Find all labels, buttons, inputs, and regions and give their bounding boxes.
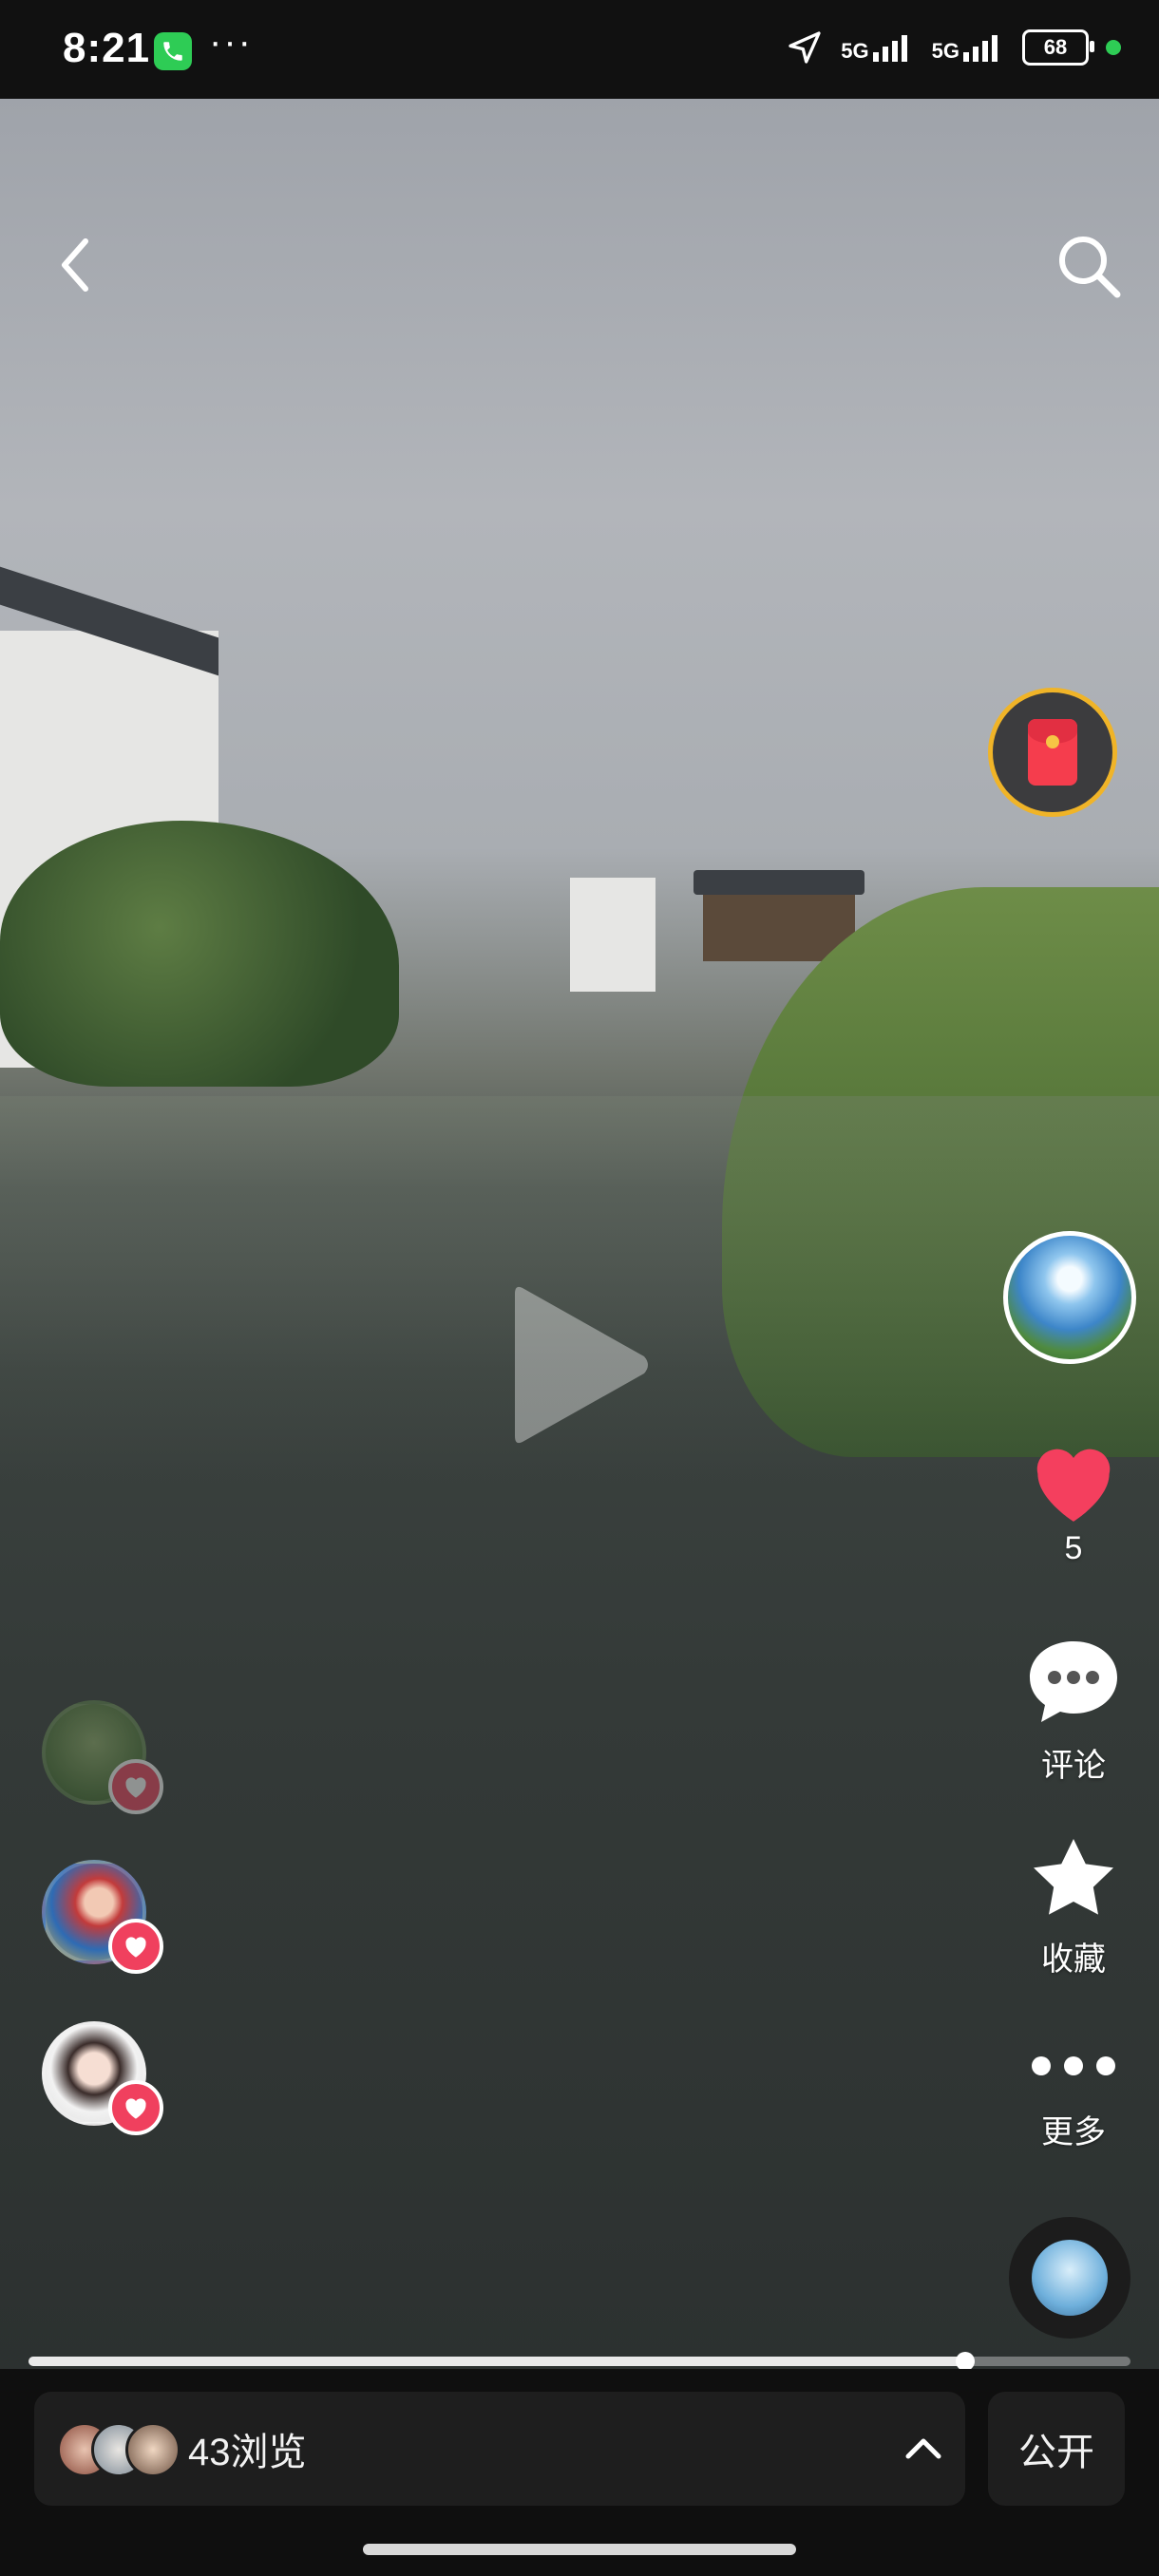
liker-avatar-item[interactable] [38,2017,163,2135]
search-button[interactable] [1054,232,1123,300]
battery-indicator: 68 [1022,29,1094,66]
pavilion-roof [694,870,864,895]
liker-avatar-item[interactable] [38,1856,163,1974]
liker-heart-badge [108,1759,163,1814]
signal-group-2: 5G [932,33,1005,62]
more-button[interactable]: 更多 [1003,2052,1144,2152]
comment-label: 评论 [1041,1748,1106,1784]
trees-left [0,821,399,1087]
video-player[interactable] [0,99,1159,2369]
more-label: 更多 [1041,2114,1106,2150]
video-progress-fill [28,2357,965,2366]
play-icon[interactable] [505,1275,654,1455]
like-count: 5 [1064,1530,1083,1566]
signal-bars-icon [872,35,907,62]
heart-icon [1036,1449,1111,1522]
views-count: 43浏览 [188,2432,307,2473]
favorite-button[interactable]: 收藏 [1003,1833,1144,1979]
status-overflow: ··· [209,21,253,63]
signal-group-1: 5G [841,33,914,62]
heart-icon [125,1777,146,1798]
video-progress-bar[interactable] [28,2352,1130,2371]
location-arrow-icon [788,31,821,64]
back-button[interactable] [48,232,104,298]
phone-call-icon [154,32,192,70]
status-time: 8:21 [63,25,151,71]
like-button[interactable]: 5 [1003,1438,1144,1567]
viewer-avatars [57,2422,180,2477]
liker-heart-badge [108,2080,163,2135]
liker-heart-badge [108,1919,163,1974]
video-progress-thumb[interactable] [956,2352,975,2371]
music-disc-avatar [1032,2240,1108,2316]
heart-icon [125,2098,146,2119]
music-disc-button[interactable] [1009,2217,1130,2339]
status-bar: 8:21 ··· 5G 5G 68 [0,0,1159,99]
red-packet-icon [1028,719,1077,786]
comment-icon [1030,1641,1117,1722]
favorite-label: 收藏 [1041,1941,1106,1978]
bottom-bar: 43浏览 公开 [0,2369,1159,2576]
visibility-button[interactable]: 公开 [988,2392,1125,2506]
viewer-avatar [125,2422,180,2477]
distant-building [570,878,656,992]
home-indicator[interactable] [363,2544,796,2555]
liker-avatar-item[interactable] [38,1696,163,1814]
signal-bars-icon [963,35,998,62]
comment-button[interactable]: 评论 [1003,1636,1144,1786]
network-type-2: 5G [931,39,960,63]
heart-icon [125,1937,146,1958]
privacy-indicator-dot [1106,40,1121,55]
network-type-1: 5G [841,39,869,63]
red-packet-button[interactable] [988,688,1117,817]
chevron-up-icon [905,2438,941,2459]
star-icon [1034,1839,1113,1915]
author-avatar[interactable] [1003,1231,1136,1364]
more-dots-icon [1032,2056,1115,2075]
views-panel-button[interactable]: 43浏览 [34,2392,965,2506]
